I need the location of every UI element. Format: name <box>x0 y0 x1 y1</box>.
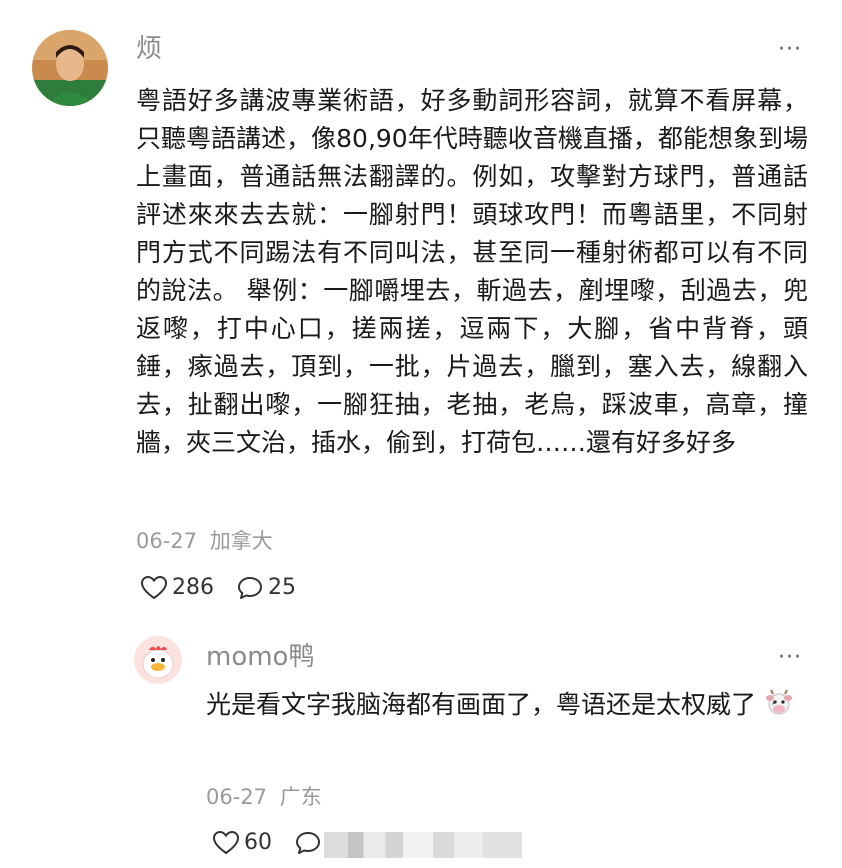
more-icon[interactable]: ··· <box>778 647 802 669</box>
avatar[interactable] <box>32 30 108 106</box>
reply-meta: 06-27 广东 <box>206 784 322 810</box>
reply-text: 光是看文字我脑海都有画面了，粤语还是太权威了 <box>206 686 806 724</box>
heart-icon <box>212 830 240 855</box>
comment-date: 06-27 <box>136 529 198 553</box>
comment-actions: 286 25 <box>140 575 318 601</box>
username[interactable]: 烦 <box>136 34 162 64</box>
avatar-image <box>134 636 182 684</box>
comment-meta: 06-27 加拿大 <box>136 528 273 554</box>
comment-icon <box>238 577 262 599</box>
reply-button[interactable]: 25 <box>236 575 296 601</box>
like-button[interactable]: 286 <box>140 575 214 601</box>
avatar[interactable] <box>134 636 182 684</box>
comment-location: 加拿大 <box>209 529 273 553</box>
more-icon[interactable]: ··· <box>778 39 802 61</box>
reply-location: 广东 <box>279 785 322 809</box>
reply-count: 25 <box>268 575 296 600</box>
reply-button[interactable] <box>294 830 326 856</box>
like-count: 60 <box>244 830 272 855</box>
heart-icon <box>140 575 168 600</box>
comment-icon <box>296 832 320 854</box>
like-count: 286 <box>172 575 214 600</box>
avatar-image <box>32 30 108 106</box>
reply-date: 06-27 <box>206 785 268 809</box>
comment-text: 粤語好多講波專業術語，好多動詞形容詞，就算不看屏幕，只聽粵語講述，像80,90年… <box>136 86 808 457</box>
cow-emoji-icon <box>765 689 792 715</box>
obscured-region <box>324 832 522 858</box>
username[interactable]: momo鸭 <box>206 642 314 672</box>
like-button[interactable]: 60 <box>212 830 272 856</box>
reply-text-content: 光是看文字我脑海都有画面了，粤语还是太权威了 <box>206 690 757 719</box>
